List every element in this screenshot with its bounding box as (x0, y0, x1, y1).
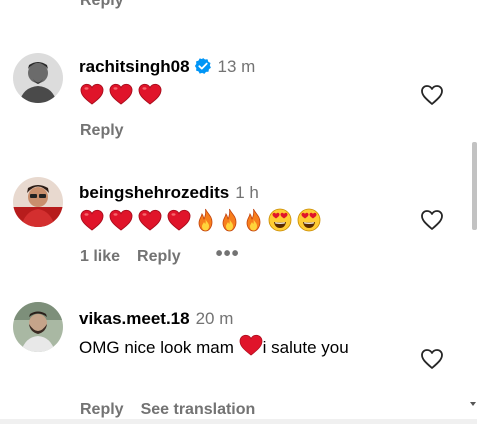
comment-text: OMG nice look mam i salute you (79, 334, 399, 360)
comment-time: 13 m (217, 57, 256, 76)
comment-actions: Reply (80, 121, 141, 141)
scroll-down-arrow-icon[interactable] (470, 402, 476, 406)
avatar[interactable] (13, 302, 63, 352)
heart-emoji (138, 209, 162, 231)
see-translation-button[interactable]: See translation (141, 400, 256, 420)
red-heart-emoji (239, 334, 263, 356)
comment-actions: 1 like Reply ••• (80, 244, 240, 267)
reply-button[interactable]: Reply (80, 121, 124, 141)
heart-emoji (109, 209, 133, 231)
likes-count-button[interactable]: 1 like (80, 247, 120, 267)
comment-header: rachitsingh08 13 m (79, 56, 255, 81)
comments-panel: Reply rachitsingh08 13 m Reply beingsheh… (0, 0, 477, 424)
heart-outline-icon[interactable] (420, 348, 444, 370)
comment-actions: Reply See translation (80, 400, 272, 420)
username[interactable]: vikas.meet.18 (79, 309, 190, 328)
fire-emoji (244, 208, 263, 232)
comment-emoji-text (80, 82, 162, 106)
comment-emoji-text (80, 208, 321, 232)
verified-badge-icon (194, 57, 212, 81)
username[interactable]: beingshehrozedits (79, 183, 229, 202)
comment-header: beingshehrozedits 1 h (79, 182, 259, 204)
heart-eyes-emoji (268, 208, 292, 232)
reply-button[interactable]: Reply (80, 0, 124, 10)
heart-outline-icon[interactable] (420, 209, 444, 231)
fire-emoji (196, 208, 215, 232)
comment-header: vikas.meet.18 20 m (79, 308, 233, 330)
heart-emoji (80, 209, 104, 231)
heart-eyes-emoji (297, 208, 321, 232)
avatar[interactable] (13, 53, 63, 103)
heart-emoji (109, 83, 133, 105)
comment-time: 20 m (195, 309, 234, 328)
heart-emoji (138, 83, 162, 105)
fire-emoji (220, 208, 239, 232)
reply-button[interactable]: Reply (137, 247, 181, 267)
avatar[interactable] (13, 177, 63, 227)
heart-emoji (167, 209, 191, 231)
bottom-divider (0, 419, 477, 424)
username[interactable]: rachitsingh08 (79, 57, 190, 76)
comment-time: 1 h (235, 183, 259, 202)
heart-outline-icon[interactable] (420, 84, 444, 106)
reply-button[interactable]: Reply (80, 400, 124, 420)
comment-text-part: i salute you (262, 338, 349, 357)
more-options-icon[interactable]: ••• (216, 244, 240, 264)
comment-text-part: OMG nice look mam (79, 338, 239, 357)
heart-emoji (80, 83, 104, 105)
scrollbar-thumb[interactable] (472, 142, 477, 230)
